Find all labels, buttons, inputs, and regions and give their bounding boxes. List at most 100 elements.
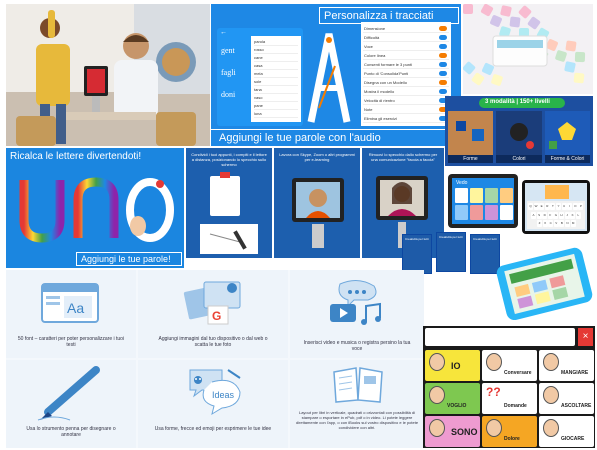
- keyboard-key[interactable]: T: [550, 203, 556, 210]
- picto-card[interactable]: [485, 188, 498, 203]
- aac-cell[interactable]: MANGIARE: [539, 350, 594, 381]
- settings-row[interactable]: Mostra il modello: [363, 88, 449, 96]
- toggle-icon[interactable]: [439, 26, 447, 31]
- picto-card[interactable]: [455, 188, 468, 203]
- list-item[interactable]: vaso: [254, 95, 298, 102]
- keyboard-key[interactable]: H: [559, 211, 564, 219]
- keyboard-key[interactable]: L: [575, 211, 581, 219]
- feature-card-images[interactable]: G Aggiungi immagini dal tuo dispositivo …: [138, 270, 288, 358]
- settings-row[interactable]: Voce: [363, 43, 449, 51]
- keyboard-key[interactable]: M: [570, 220, 576, 227]
- settings-row[interactable]: Elimina gli esercizi: [363, 115, 449, 123]
- picto-card[interactable]: [500, 188, 513, 203]
- keyboard-key[interactable]: X: [542, 220, 548, 227]
- book-cover[interactable]: Creatività per tutti: [436, 232, 466, 272]
- keyboard-key[interactable]: Z: [537, 220, 542, 227]
- settings-row[interactable]: Consenti formare le 3 punti: [363, 61, 449, 69]
- sentence-bar[interactable]: [425, 328, 575, 346]
- panel-forme[interactable]: Forme: [448, 111, 493, 163]
- aac-cell[interactable]: ASCOLTARE: [539, 383, 594, 414]
- back-arrow-icon[interactable]: ←: [220, 29, 227, 36]
- keyboard-key[interactable]: U: [561, 203, 567, 210]
- list-item[interactable]: parola: [254, 39, 298, 46]
- ricalca-text: Ricalca le lettere divertendoti!: [10, 151, 142, 162]
- keyboard-key[interactable]: S: [536, 211, 542, 219]
- tablet-frame: QWERTYUIOP ASDFGHJKL ZXCVBNM: [522, 180, 590, 234]
- list-item[interactable]: gent: [221, 46, 249, 68]
- keyboard-key[interactable]: I: [567, 203, 573, 210]
- panel-forme-colori[interactable]: Forme & Colori: [545, 111, 590, 163]
- book-title: Creatività per tutti: [439, 235, 463, 239]
- aac-cell[interactable]: Dolore: [482, 416, 537, 447]
- aac-cell[interactable]: ?? Domande: [482, 383, 537, 414]
- die-icon: [480, 4, 494, 17]
- tablet-frame: Vedo: [448, 174, 518, 228]
- keyboard-key[interactable]: C: [548, 220, 554, 227]
- aac-cell[interactable]: IO: [425, 350, 480, 381]
- list-item[interactable]: mela: [254, 71, 298, 78]
- toggle-icon[interactable]: [439, 53, 447, 58]
- toggle-icon[interactable]: [439, 71, 447, 76]
- feature-card-video[interactable]: Inserisci video e musica o registra pers…: [290, 270, 424, 358]
- keyboard-key[interactable]: E: [539, 203, 545, 210]
- photo-icon: G: [183, 281, 241, 325]
- feature-card-pen[interactable]: Usa lo strumento penna per disegnare o a…: [6, 360, 136, 448]
- list-item[interactable]: doni: [221, 90, 249, 112]
- picto-card[interactable]: [485, 205, 498, 220]
- keyboard-key[interactable]: D: [542, 211, 548, 219]
- aac-cell[interactable]: SONO: [425, 416, 480, 447]
- list-item[interactable]: luna: [254, 111, 298, 118]
- keyboard-key[interactable]: P: [578, 203, 584, 210]
- keyboard-key[interactable]: J: [564, 211, 570, 219]
- settings-row[interactable]: Dimensione: [363, 25, 449, 33]
- feature-card-layouts[interactable]: Layout per libri in verticale, quadrati …: [290, 360, 424, 448]
- list-item[interactable]: sole: [254, 79, 298, 86]
- keyboard-key[interactable]: B: [559, 220, 565, 227]
- delete-button[interactable]: ×: [578, 328, 593, 346]
- keyboard-key[interactable]: N: [565, 220, 570, 227]
- toggle-icon[interactable]: [439, 62, 447, 67]
- circle-shape-icon: [510, 123, 528, 141]
- letter-a-trace-icon[interactable]: [305, 26, 353, 126]
- aac-cell[interactable]: VOGLIO: [425, 383, 480, 414]
- toggle-icon[interactable]: [439, 89, 447, 94]
- settings-row[interactable]: Disegna con un Modello: [363, 79, 449, 87]
- vedo-label: Vedo: [456, 180, 468, 186]
- list-item[interactable]: pane: [254, 103, 298, 110]
- list-item[interactable]: cane: [254, 55, 298, 62]
- list-item[interactable]: rosso: [254, 47, 298, 54]
- keyboard-key[interactable]: F: [547, 211, 553, 219]
- keyboard-key[interactable]: V: [553, 220, 559, 227]
- settings-row[interactable]: Difficoltà: [363, 34, 449, 42]
- picto-card[interactable]: [500, 205, 513, 220]
- toggle-icon[interactable]: [439, 44, 447, 49]
- aac-cell[interactable]: GIOCARE: [539, 416, 594, 447]
- toggle-icon[interactable]: [439, 35, 447, 40]
- feature-card-fonts[interactable]: Aa 50 font – caratteri per poter persona…: [6, 270, 136, 358]
- keyboard-key[interactable]: Y: [556, 203, 561, 210]
- aac-cell[interactable]: Conversare: [482, 350, 537, 381]
- pen-icon: [37, 366, 100, 421]
- picto-card[interactable]: [470, 205, 483, 220]
- keyboard-key[interactable]: O: [572, 203, 578, 210]
- list-item[interactable]: casa: [254, 63, 298, 70]
- feature-card-shapes[interactable]: Ideas Usa forme, frecce ed emoji per esp…: [138, 360, 288, 448]
- keyboard-key[interactable]: W: [533, 203, 539, 210]
- list-item[interactable]: fagli: [221, 68, 249, 90]
- picto-card[interactable]: [470, 188, 483, 203]
- settings-row-label: Velocità di rientro: [364, 98, 395, 103]
- settings-row[interactable]: Colore linea: [363, 52, 449, 60]
- settings-row[interactable]: Punto di 'Consolida'Punti: [363, 70, 449, 78]
- panel-colori[interactable]: Colori: [496, 111, 542, 163]
- keyboard-key[interactable]: G: [553, 211, 559, 219]
- book-cover[interactable]: Creatività per tutti: [402, 234, 432, 274]
- toggle-icon[interactable]: [439, 80, 447, 85]
- list-item[interactable]: tana: [254, 87, 298, 94]
- settings-row[interactable]: Note: [363, 106, 449, 114]
- keyboard-key[interactable]: K: [570, 211, 576, 219]
- picto-card[interactable]: [455, 205, 468, 220]
- keyboard-key[interactable]: Q: [528, 203, 533, 210]
- settings-row[interactable]: Velocità di rientro: [363, 97, 449, 105]
- keyboard-key[interactable]: R: [544, 203, 550, 210]
- keyboard-key[interactable]: A: [531, 211, 536, 219]
